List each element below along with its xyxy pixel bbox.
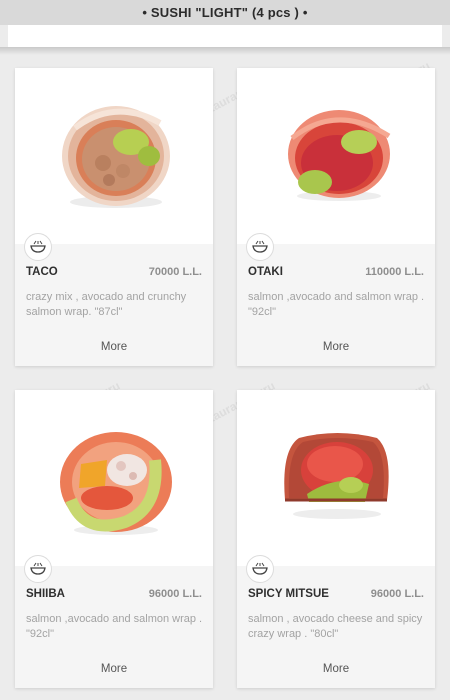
bowl-icon: [24, 233, 52, 261]
dish-photo: [237, 68, 435, 244]
item-name: SPICY MITSUE: [248, 588, 329, 600]
bowl-icon: [246, 233, 274, 261]
menu-card-shiiba[interactable]: SHIIBA 96000 L.L. salmon ,avocado and sa…: [15, 390, 213, 688]
item-description: salmon ,avocado and salmon wrap . "92cl": [26, 613, 203, 640]
item-price: 96000 L.L.: [370, 588, 424, 600]
more-button[interactable]: More: [237, 663, 435, 675]
item-description: crazy mix , avocado and crunchy salmon w…: [26, 291, 187, 318]
more-button[interactable]: More: [15, 663, 213, 675]
item-price: 96000 L.L.: [148, 588, 202, 600]
menu-card-spicy-mitsue[interactable]: SPICY MITSUE 96000 L.L. salmon , avocado…: [237, 390, 435, 688]
item-name: TACO: [26, 266, 58, 278]
section-title: • SUSHI "LIGHT" (4 pcs ) •: [142, 5, 308, 20]
menu-card-otaki[interactable]: OTAKI 110000 L.L. salmon ,avocado and sa…: [237, 68, 435, 366]
more-button[interactable]: More: [237, 341, 435, 353]
item-name: SHIIBA: [26, 588, 65, 600]
menu-card-taco[interactable]: TACO 70000 L.L. crazy mix , avocado and …: [15, 68, 213, 366]
divider: [0, 47, 450, 55]
dish-photo: [15, 390, 213, 566]
item-price: 110000 L.L.: [365, 266, 424, 278]
dish-photo: [15, 68, 213, 244]
item-price: 70000 L.L.: [148, 266, 202, 278]
item-description: salmon ,avocado and salmon wrap . "92cl": [248, 291, 425, 318]
top-strip: [8, 25, 442, 48]
more-button[interactable]: More: [15, 341, 213, 353]
item-name: OTAKI: [248, 266, 283, 278]
item-description: salmon , avocado cheese and spicy crazy …: [248, 613, 423, 640]
section-title-bar: • SUSHI "LIGHT" (4 pcs ) •: [0, 0, 450, 25]
bowl-icon: [24, 555, 52, 583]
bowl-icon: [246, 555, 274, 583]
dish-photo: [237, 390, 435, 566]
